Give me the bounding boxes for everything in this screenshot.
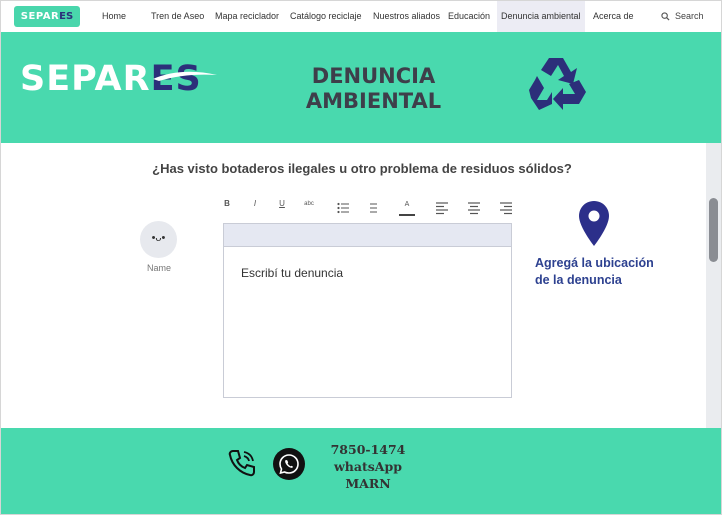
scrollbar-thumb[interactable]	[709, 198, 718, 262]
avatar-name: Name	[146, 263, 171, 273]
footer: 7850-1474 whatsApp MARN	[1, 428, 721, 514]
italic-button[interactable]: I	[251, 197, 259, 219]
page-title-line2: AMBIENTAL	[305, 89, 442, 113]
nav-item-educacion[interactable]: Educación	[448, 1, 490, 32]
search-label: Search	[675, 11, 704, 21]
bold-button[interactable]: B	[223, 197, 231, 219]
contact-whatsapp: whatsApp	[334, 459, 402, 474]
page: SEPAR ES Home Tren de Aseo Mapa reciclado…	[0, 0, 722, 515]
logo-swoosh-icon	[153, 71, 217, 81]
location-pin-icon[interactable]	[578, 200, 610, 247]
search-icon	[661, 12, 670, 21]
avatar-face: •ᴗ•	[151, 232, 166, 244]
add-location-link[interactable]: Agregá la ubicación de la denuncia	[535, 255, 663, 289]
contact-info: 7850-1474 whatsApp MARN	[321, 441, 415, 492]
nav-logo[interactable]: SEPAR ES	[14, 6, 80, 27]
question-heading: ¿Has visto botaderos ilegales u otro pro…	[152, 161, 572, 176]
phone-icon[interactable]	[227, 448, 257, 478]
text-color-label: A	[404, 201, 410, 208]
page-title-line1: DENUNCIA	[311, 64, 436, 88]
nav-logo-accent: ES	[59, 11, 74, 22]
nav-item-tren-de-aseo[interactable]: Tren de Aseo	[151, 1, 204, 32]
nav-logo-main: SEPAR	[20, 11, 60, 22]
nav-item-home[interactable]: Home	[102, 1, 126, 32]
scrollbar-track[interactable]	[706, 143, 721, 428]
contact-org: MARN	[345, 476, 391, 491]
nav-item-nuestros-aliados[interactable]: Nuestros aliados	[373, 1, 440, 32]
bullet-list-icon[interactable]	[337, 197, 349, 219]
underline-button[interactable]: U	[278, 197, 286, 219]
nav-item-denuncia-ambiental[interactable]: Denuncia ambiental	[497, 1, 585, 32]
numbered-list-icon[interactable]	[368, 197, 378, 219]
strikethrough-button[interactable]: abc	[302, 197, 316, 219]
whatsapp-icon[interactable]	[273, 448, 305, 480]
complaint-textarea[interactable]: Escribí tu denuncia	[223, 246, 512, 398]
top-nav: SEPAR ES Home Tren de Aseo Mapa reciclado…	[1, 1, 721, 33]
nav-search[interactable]: Search	[661, 1, 704, 32]
text-color-button[interactable]: A	[399, 197, 415, 219]
complaint-placeholder: Escribí tu denuncia	[241, 266, 344, 280]
align-left-icon[interactable]	[436, 197, 448, 219]
align-right-icon[interactable]	[500, 197, 512, 219]
form-section: ¿Has visto botaderos ilegales u otro pro…	[1, 143, 721, 428]
editor-toolbar: B I U abc A	[223, 197, 513, 219]
nav-item-catalogo-reciclaje[interactable]: Catálogo reciclaje	[290, 1, 362, 32]
whatsapp-glyph-icon	[279, 454, 299, 475]
avatar[interactable]: •ᴗ•	[140, 221, 177, 258]
text-color-bar	[399, 214, 415, 216]
page-title: DENUNCIA AMBIENTAL	[301, 64, 446, 114]
contact-phone: 7850-1474	[330, 442, 406, 457]
align-center-icon[interactable]	[468, 197, 480, 219]
editor-header-strip	[223, 223, 512, 247]
nav-item-acerca-de[interactable]: Acerca de	[593, 1, 634, 32]
nav-item-mapa-reciclador[interactable]: Mapa reciclador	[215, 1, 279, 32]
recycle-icon	[529, 58, 586, 110]
hero-logo-main: SEPAR	[20, 59, 151, 99]
